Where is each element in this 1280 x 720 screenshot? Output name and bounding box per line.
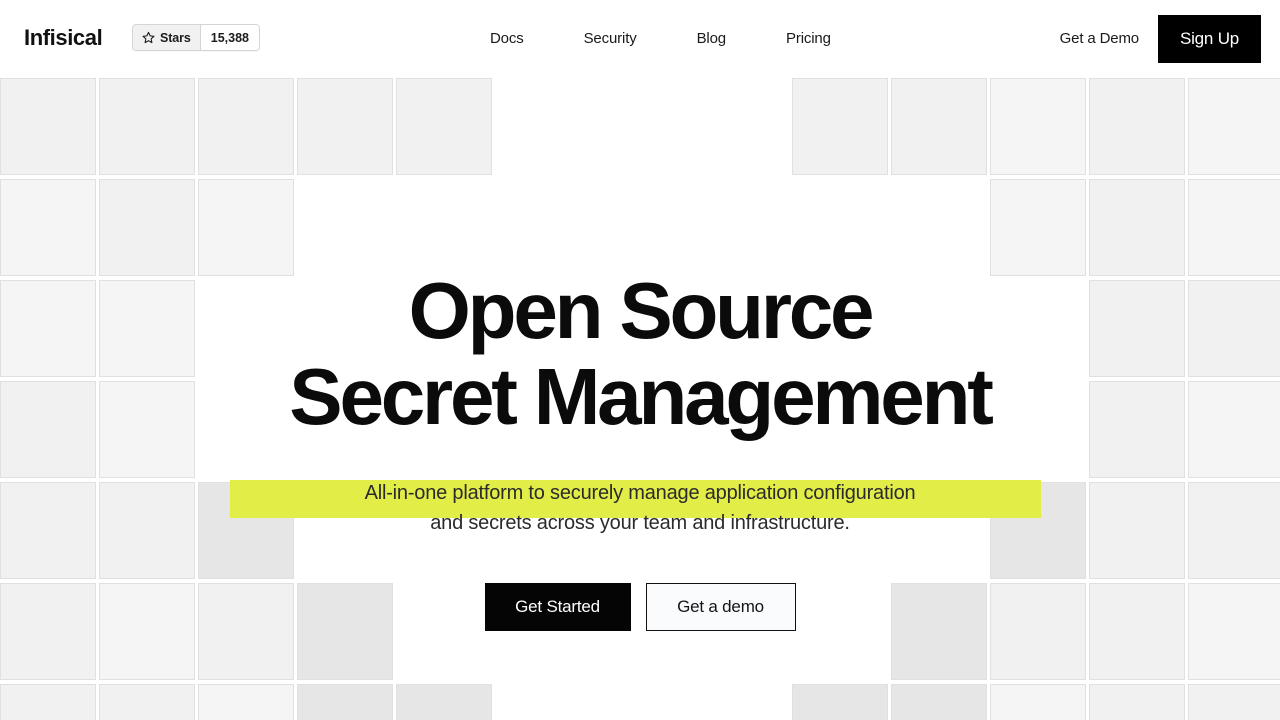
grid-cell: [1089, 684, 1185, 720]
stars-badge-label: Stars: [160, 30, 191, 45]
grid-cell: [891, 684, 987, 720]
grid-cell: [99, 78, 195, 175]
stars-badge-count: 15,388: [200, 25, 260, 50]
grid-cell: [0, 78, 96, 175]
grid-cell: [198, 78, 294, 175]
grid-cell: [1089, 78, 1185, 175]
nav-link-docs[interactable]: Docs: [460, 0, 554, 78]
nav-link-pricing[interactable]: Pricing: [756, 0, 861, 78]
grid-cell: [396, 78, 492, 175]
grid-cell: [990, 684, 1086, 720]
headline-line-2: Secret Management: [289, 352, 994, 441]
primary-navigation: Docs Security Blog Pricing: [460, 0, 861, 78]
grid-cell: [891, 78, 987, 175]
grid-cell: [0, 179, 96, 276]
grid-cell: [792, 684, 888, 720]
nav-link-blog[interactable]: Blog: [667, 0, 756, 78]
grid-cell: [990, 179, 1086, 276]
grid-cell: [99, 684, 195, 720]
hero-cta-row: Get Started Get a demo: [0, 583, 1280, 631]
hero-subtitle-line-1: All-in-one platform to securely manage a…: [364, 482, 916, 504]
grid-cell: [297, 78, 393, 175]
landing-page: Infisical Stars 15,388 Docs Security Blo…: [0, 0, 1280, 720]
get-started-button[interactable]: Get Started: [484, 583, 631, 631]
grid-cell: [1188, 78, 1280, 175]
grid-cell: [99, 179, 195, 276]
grid-cell: [198, 684, 294, 720]
get-a-demo-link[interactable]: Get a Demo: [1060, 0, 1140, 78]
grid-cell: [0, 684, 96, 720]
grid-cell: [396, 684, 492, 720]
sign-up-button[interactable]: Sign Up: [1158, 15, 1261, 63]
stars-badge-left[interactable]: Stars: [133, 25, 201, 50]
github-stars-badge[interactable]: Stars 15,388: [132, 24, 261, 51]
grid-cell: [1188, 179, 1280, 276]
site-header: Infisical Stars 15,388 Docs Security Blo…: [0, 0, 1280, 78]
brand-logo[interactable]: Infisical: [24, 25, 103, 51]
grid-cell: [297, 684, 393, 720]
grid-cell: [792, 78, 888, 175]
grid-cell: [990, 78, 1086, 175]
page-title: Open Source Secret Management: [0, 268, 1280, 440]
star-icon: [142, 31, 155, 44]
hero-subtitle: All-in-one platform to securely manage a…: [0, 478, 1280, 538]
hero-subtitle-line-2: and secrets across your team and infrast…: [430, 512, 850, 534]
get-a-demo-button[interactable]: Get a demo: [645, 583, 796, 631]
nav-link-security[interactable]: Security: [554, 0, 667, 78]
grid-cell: [1089, 179, 1185, 276]
grid-cell: [198, 179, 294, 276]
grid-cell: [1188, 684, 1280, 720]
headline-line-1: Open Source: [408, 266, 875, 355]
